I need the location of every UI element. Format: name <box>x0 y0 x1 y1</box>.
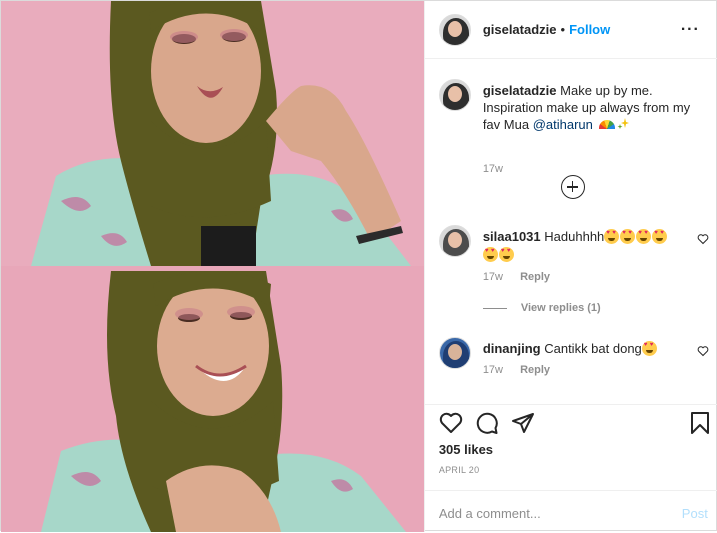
view-replies-label: View replies (1) <box>520 302 601 314</box>
caption-mention-link[interactable]: @atiharun <box>533 117 593 132</box>
instagram-post: giselatadzie • Follow ··· giselatadzie M… <box>0 0 717 533</box>
caption-username[interactable]: giselatadzie <box>483 83 557 98</box>
post-photo-top <box>1 1 424 266</box>
rainbow-emoji-icon <box>598 120 615 129</box>
comment-meta: 17w Reply <box>483 271 564 283</box>
post-actions: 305 likes APRIL 20 Post <box>424 404 717 533</box>
bookmark-icon[interactable] <box>688 411 712 435</box>
avatar[interactable] <box>438 13 471 46</box>
comment-timestamp[interactable]: 17w <box>483 271 503 283</box>
comment-input[interactable] <box>438 503 659 523</box>
comment-body: Haduhhhh <box>544 229 605 244</box>
heart-eyes-emoji-icon <box>641 341 657 356</box>
comment-like-heart-icon[interactable] <box>697 345 709 357</box>
comment-icon[interactable] <box>475 411 499 435</box>
comments-section[interactable]: giselatadzie Make up by me. Inspiration … <box>425 59 717 404</box>
heart-eyes-emoji-icon <box>482 247 498 262</box>
post-photo-bottom <box>1 266 424 532</box>
likes-count[interactable]: 305 likes <box>439 442 493 457</box>
post-media[interactable] <box>1 1 424 532</box>
heart-icon[interactable] <box>439 411 463 435</box>
load-more-comments-icon[interactable] <box>560 175 585 199</box>
comment-username[interactable]: silaa1031 <box>483 229 541 244</box>
comment-body: Cantikk bat dong <box>544 341 642 356</box>
comment-avatar[interactable] <box>438 225 471 257</box>
divider-line <box>482 307 507 309</box>
add-comment-bar: Post <box>424 490 717 533</box>
comment-like-heart-icon[interactable] <box>697 233 709 245</box>
header-username[interactable]: giselatadzie <box>483 22 557 37</box>
more-options-icon[interactable]: ··· <box>681 21 700 39</box>
post-comment-button[interactable]: Post <box>682 506 708 521</box>
post-side-panel: giselatadzie • Follow ··· giselatadzie M… <box>423 1 717 533</box>
heart-eyes-emoji-icon <box>652 229 668 244</box>
separator-dot: • <box>560 22 566 37</box>
caption-timestamp[interactable]: 17w <box>483 163 503 175</box>
heart-eyes-emoji-icon <box>604 229 620 244</box>
post-header: giselatadzie • Follow ··· <box>424 1 717 59</box>
heart-eyes-emoji-icon <box>620 229 636 244</box>
reply-button[interactable]: Reply <box>520 271 550 283</box>
comment-timestamp[interactable]: 17w <box>483 364 503 376</box>
view-replies-button[interactable]: View replies (1) <box>482 302 601 314</box>
comment-username[interactable]: dinanjing <box>483 341 541 356</box>
heart-eyes-emoji-icon <box>498 247 514 262</box>
heart-eyes-emoji-icon <box>636 229 652 244</box>
comment-meta: 17w Reply <box>483 364 564 376</box>
caption-text: giselatadzie Make up by me. Inspiration … <box>483 82 709 133</box>
comment-text: silaa1031 Haduhhhh <box>482 228 683 264</box>
share-icon[interactable] <box>511 411 535 435</box>
comment-avatar[interactable] <box>438 337 471 369</box>
reply-button[interactable]: Reply <box>520 364 550 376</box>
caption-avatar[interactable] <box>438 79 471 111</box>
post-date[interactable]: APRIL 20 <box>439 465 480 475</box>
follow-button[interactable]: Follow <box>569 22 610 37</box>
sparkle-emoji-icon <box>617 118 629 129</box>
comment-text: dinanjing Cantikk bat dong <box>483 340 683 358</box>
